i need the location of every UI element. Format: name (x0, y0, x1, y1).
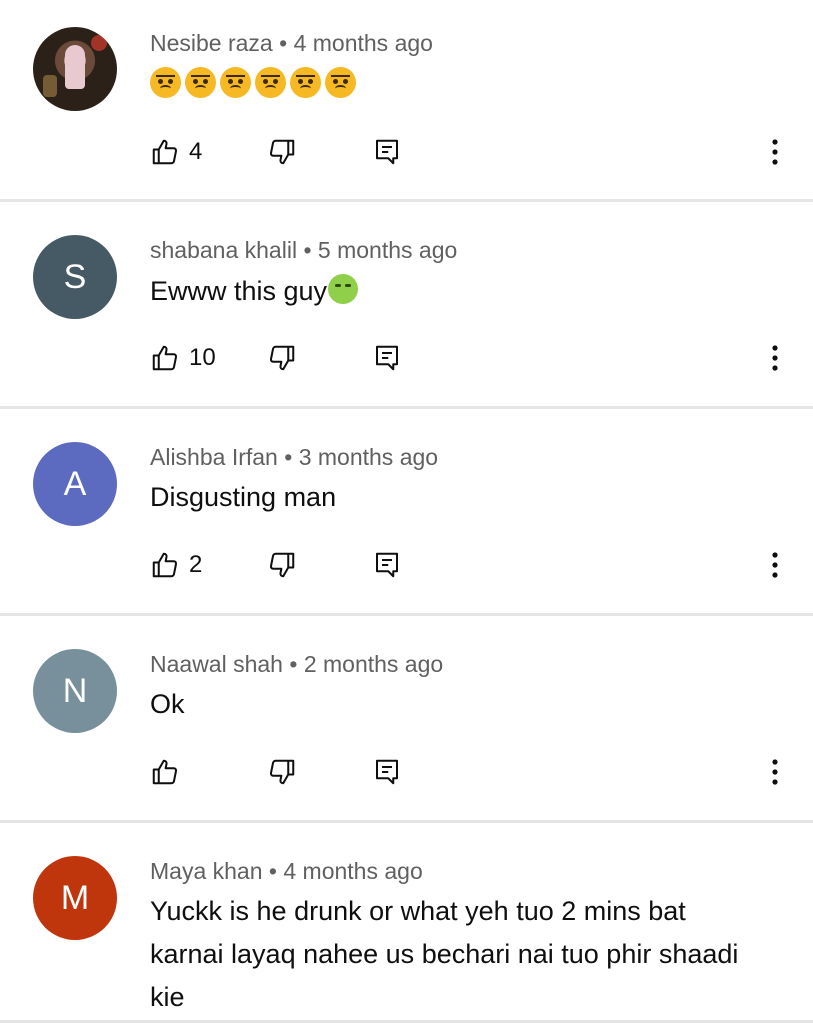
thumb-up-icon (152, 139, 178, 165)
comment-actions: 2 (150, 548, 790, 582)
like-count: 2 (189, 551, 203, 578)
angry-face-icon (255, 66, 286, 98)
comment-text: Yuckk is he drunk or what yeh tuo 2 mins… (150, 896, 739, 1012)
more-vert-icon (772, 345, 778, 371)
avatar-letter: M (60, 878, 90, 917)
reply-button[interactable] (372, 341, 402, 375)
comment-text (150, 62, 790, 102)
like-count: 10 (189, 344, 216, 371)
avatar[interactable] (33, 27, 117, 111)
more-vert-icon (772, 552, 778, 578)
comment-time: 5 months ago (317, 237, 458, 263)
angry-face-icon (220, 66, 251, 98)
comment-meta: Nesibe raza • 4 months ago (150, 30, 433, 56)
divider (0, 613, 813, 616)
thumb-down-icon (269, 552, 295, 578)
like-button[interactable]: 10 (150, 341, 216, 375)
avatar-letter: S (63, 257, 87, 296)
reply-icon (376, 345, 398, 371)
divider (0, 406, 813, 409)
thumb-down-icon (269, 759, 295, 785)
more-button[interactable] (760, 135, 790, 169)
comment-text: Ewww this guy (150, 270, 790, 313)
avatar[interactable]: N (33, 649, 117, 733)
thumb-up-icon (152, 552, 178, 578)
dislike-button[interactable] (267, 755, 297, 789)
comment-author[interactable]: Maya khan (150, 858, 263, 884)
avatar[interactable]: S (33, 235, 117, 319)
more-button[interactable] (760, 548, 790, 582)
more-vert-icon (772, 759, 778, 785)
thumb-up-icon (152, 759, 178, 785)
comment-meta: shabana khalil • 5 months ago (150, 237, 458, 263)
thumb-down-icon (269, 345, 295, 371)
comment-author[interactable]: shabana khalil (150, 237, 297, 263)
comment-actions: 4 (150, 135, 790, 169)
like-button[interactable]: 4 (150, 135, 202, 169)
comment-author[interactable]: Naawal shah (150, 651, 283, 677)
comment-actions: 10 (150, 341, 790, 375)
angry-emoji-row (150, 62, 790, 102)
more-vert-icon (772, 139, 778, 165)
like-count: 4 (189, 138, 203, 165)
avatar[interactable]: M (33, 856, 117, 940)
comment-time: 3 months ago (298, 444, 439, 470)
comment-actions (150, 755, 790, 789)
comment-text: Disgusting man (150, 482, 337, 512)
comment-time: 4 months ago (293, 30, 433, 56)
comment-meta: Maya khan • 4 months ago (150, 858, 423, 884)
avatar-letter: N (62, 671, 88, 710)
angry-face-icon (290, 66, 321, 98)
more-button[interactable] (760, 755, 790, 789)
reply-button[interactable] (372, 548, 402, 582)
thumb-up-icon (152, 345, 178, 371)
reply-button[interactable] (372, 755, 402, 789)
reply-button[interactable] (372, 135, 402, 169)
like-button[interactable] (150, 755, 189, 789)
nauseated-face-icon (328, 274, 359, 304)
comment-meta: Naawal shah • 2 months ago (150, 651, 444, 677)
comment-time: 4 months ago (283, 858, 423, 884)
thumb-down-icon (269, 139, 295, 165)
dislike-button[interactable] (267, 548, 297, 582)
comment-text: Ok (150, 689, 185, 719)
divider (0, 1020, 813, 1023)
angry-face-icon (185, 66, 216, 98)
more-button[interactable] (760, 341, 790, 375)
reply-icon (376, 552, 398, 578)
divider (0, 820, 813, 823)
comment-meta: Alishba Irfan • 3 months ago (150, 444, 439, 470)
angry-face-icon (150, 66, 181, 98)
comment-author[interactable]: Alishba Irfan (150, 444, 278, 470)
divider (0, 199, 813, 202)
like-button[interactable]: 2 (150, 548, 202, 582)
reply-icon (376, 139, 398, 165)
comment-time: 2 months ago (303, 651, 444, 677)
reply-icon (376, 759, 398, 785)
angry-face-icon (325, 66, 356, 98)
dislike-button[interactable] (267, 135, 297, 169)
avatar-letter: A (63, 464, 87, 503)
avatar[interactable]: A (33, 442, 117, 526)
dislike-button[interactable] (267, 341, 297, 375)
comment-author[interactable]: Nesibe raza (150, 30, 273, 56)
